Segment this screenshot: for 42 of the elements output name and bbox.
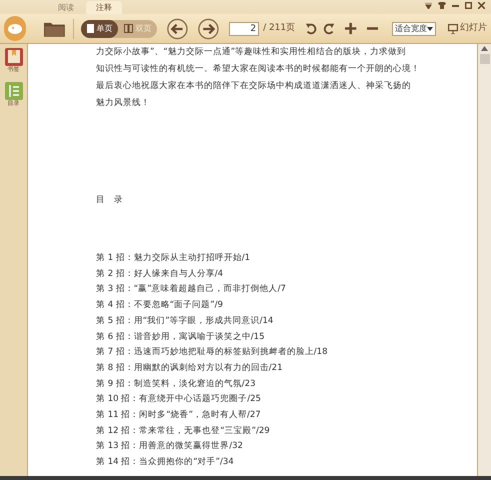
paragraph-line: 知识性与可读性的有机统一。希望大家在阅读本书的时候都能有一个开朗的心境！ [96,62,421,76]
shirt-icon[interactable] [438,2,446,9]
projector-screen-icon[interactable] [448,24,458,34]
rotate-left-icon[interactable] [305,22,318,36]
single-page-button[interactable]: 单页 [81,20,118,38]
zoom-in-icon[interactable] [345,22,357,35]
page-total: / 211页 [263,22,296,35]
caret-icon [427,26,434,30]
paragraph-line: 魅力风景线！ [96,97,151,110]
dropdown-icon[interactable] [425,2,432,8]
rotate-right-icon[interactable] [323,22,336,36]
minimize-icon[interactable] [452,4,459,6]
toc-entry[interactable]: 第 5 招：用“我们”等字眼，形成共同意识/14 [96,314,477,330]
close-icon[interactable] [478,2,485,9]
bookmark-book-icon [4,48,22,66]
two-pages-icon [124,24,134,33]
toc-entry[interactable]: 第 14 招：当众拥抱你的“对手”/34 [96,455,477,471]
toc-entry[interactable]: 第 11 招：闲时多“烧香”，急时有人帮/27 [96,408,477,424]
zoom-out-icon[interactable] [366,27,378,30]
toc-entry[interactable]: 第 6 招：谐音妙用，寓讽喻于谈笑之中/15 [96,330,477,346]
tab[interactable]: 注释 [86,1,122,14]
maximize-icon[interactable] [465,2,472,9]
paragraph-line: 力交际小故事”、“魅力交际一点通”等趣味性和实用性相结合的版块，力求做到 [96,46,408,59]
toc-entry[interactable]: 第 3 招：“赢”意味着超越自己，而非打倒他人/7 [96,282,477,298]
paragraph-line: 最后衷心地祝愿大家在本书的陪伴下在交际场中构成道道潇洒迷人、神采飞扬的 [96,80,412,93]
scroll-up-arrow-icon[interactable] [481,46,488,51]
toc-entry[interactable]: 第 9 招：制造笑料，淡化窘迫的气氛/23 [96,376,477,392]
toc-entry[interactable]: 第 4 招：不要忽略“面子问题”/9 [96,298,477,314]
slideshow-button[interactable]: 幻灯片 [460,22,488,36]
zoom-dropdown[interactable]: 适合宽度 [392,22,436,36]
toc-heading: 目 录 [96,194,124,207]
toc-entry[interactable]: 第 10 招：有意绕开中心话题巧兜圈子/25 [96,392,477,408]
toc-entry[interactable]: 第 12 招：常来常往，无事也登“三宝殿”/29 [96,424,477,440]
scrollbar-thumb[interactable] [480,54,490,64]
toc-entry[interactable]: 第 1 招：魅力交际从主动打招呼开始/1 [96,251,477,267]
page-icon [87,24,94,33]
toc-entry[interactable]: 第 2 招：好人缘来自与人分享/4 [96,266,477,282]
toc-entry[interactable]: 第 13 招：用善意的微笑赢得世界/32 [96,439,477,456]
table-of-contents-icon [4,82,22,100]
toc-entry[interactable]: 第 7 招：迅速而巧妙地把耻辱的标签贴到挑衅者的脸上/18 [96,345,477,361]
page-number-field[interactable]: 2 [229,22,260,36]
toc-entry[interactable]: 第 8 招：用幽默的讽刺给对方以有力的回击/21 [96,360,477,377]
